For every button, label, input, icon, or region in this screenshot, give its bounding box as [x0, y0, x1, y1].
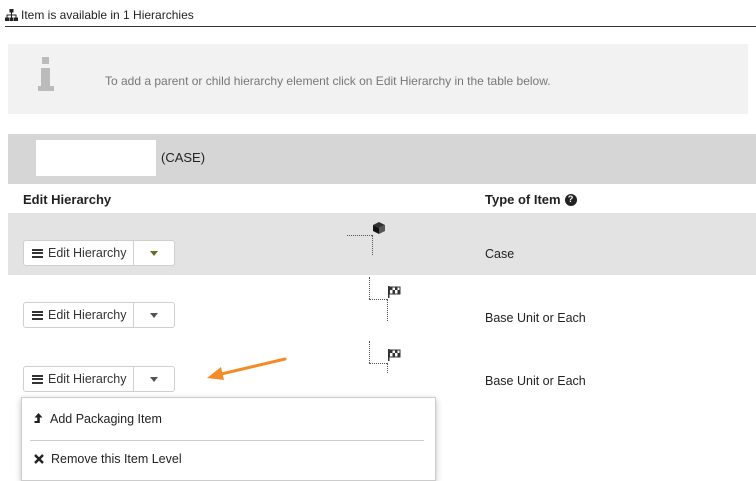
- item-type: Base Unit or Each: [485, 311, 586, 325]
- column-header-type-label: Type of Item: [485, 192, 561, 207]
- info-box: To add a parent or child hierarchy eleme…: [8, 44, 748, 114]
- tree-connector: [369, 363, 387, 364]
- sitemap-icon: [5, 9, 18, 21]
- header-divider: [5, 26, 756, 27]
- tree-connector: [369, 299, 387, 300]
- times-icon: [34, 454, 44, 464]
- dropdown-toggle[interactable]: [134, 367, 174, 391]
- caret-down-icon: [149, 250, 158, 256]
- tree-connector: [369, 277, 370, 299]
- menu-item-remove-level[interactable]: Remove this Item Level: [34, 452, 182, 466]
- tree-connector: [369, 341, 370, 363]
- help-icon[interactable]: ?: [564, 193, 577, 206]
- item-type: Base Unit or Each: [485, 374, 586, 388]
- edit-hierarchy-label: Edit Hierarchy: [48, 308, 127, 322]
- hierarchy-dropdown-menu: Add Packaging Item Remove this Item Leve…: [21, 397, 436, 481]
- list-icon: [32, 310, 43, 320]
- edit-hierarchy-button-group: Edit Hierarchy: [23, 240, 175, 266]
- column-header-edit: Edit Hierarchy: [23, 192, 112, 207]
- tree-connector: [372, 235, 373, 255]
- edit-hierarchy-button[interactable]: Edit Hierarchy: [24, 303, 134, 327]
- tree-connector: [347, 235, 372, 236]
- tree-connector: [387, 299, 388, 321]
- edit-hierarchy-button-group: Edit Hierarchy: [23, 366, 175, 392]
- column-header-type: Type of Item ?: [485, 192, 577, 207]
- menu-divider: [30, 440, 424, 441]
- hierarchy-count-header: Item is available in 1 Hierarchies: [5, 8, 194, 22]
- list-icon: [32, 248, 43, 258]
- level-up-icon: [34, 413, 43, 423]
- dropdown-toggle[interactable]: [134, 303, 174, 327]
- case-bar: (CASE): [8, 134, 756, 184]
- edit-hierarchy-button[interactable]: Edit Hierarchy: [24, 241, 134, 265]
- menu-item-label: Remove this Item Level: [51, 452, 182, 466]
- info-icon: [38, 57, 54, 95]
- menu-item-add-packaging[interactable]: Add Packaging Item: [34, 412, 162, 426]
- checkered-flag-icon: [388, 286, 401, 298]
- item-type: Case: [485, 247, 515, 261]
- caret-down-icon: [149, 376, 158, 382]
- edit-hierarchy-button[interactable]: Edit Hierarchy: [24, 367, 134, 391]
- edit-hierarchy-label: Edit Hierarchy: [48, 372, 127, 386]
- header-text: Item is available in 1 Hierarchies: [21, 8, 194, 22]
- edit-hierarchy-label: Edit Hierarchy: [48, 246, 127, 260]
- info-text: To add a parent or child hierarchy eleme…: [105, 74, 551, 88]
- list-icon: [32, 374, 43, 384]
- case-name-field: [36, 140, 156, 176]
- cube-icon: [373, 222, 385, 234]
- dropdown-toggle[interactable]: [134, 241, 174, 265]
- edit-hierarchy-button-group: Edit Hierarchy: [23, 302, 175, 328]
- case-label: (CASE): [161, 150, 206, 165]
- tree-connector: [387, 363, 388, 373]
- menu-item-label: Add Packaging Item: [50, 412, 162, 426]
- annotation-arrow-icon: [207, 357, 287, 380]
- caret-down-icon: [149, 312, 158, 318]
- checkered-flag-icon: [388, 349, 401, 361]
